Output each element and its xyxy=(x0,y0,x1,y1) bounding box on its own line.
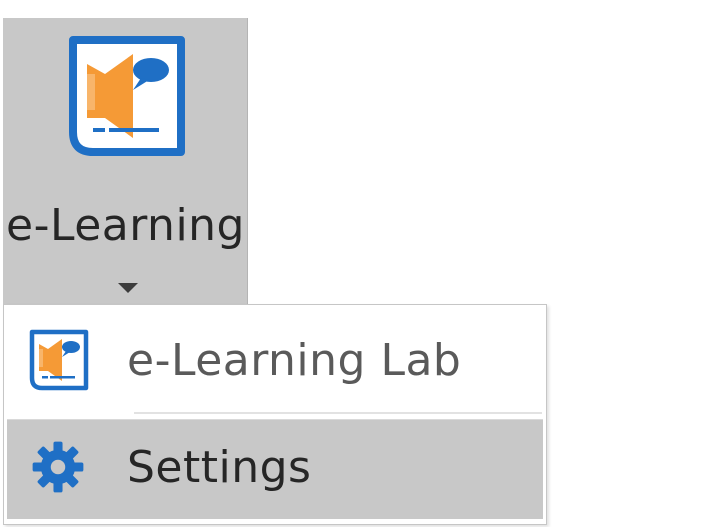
menu-item-e-learning-lab[interactable]: e-Learning Lab xyxy=(7,309,543,413)
chevron-down-icon[interactable] xyxy=(116,280,140,294)
menu-item-label: e-Learning Lab xyxy=(127,335,462,386)
menu-divider xyxy=(134,412,542,414)
e-learning-lab-icon xyxy=(63,34,191,162)
menu-item-settings[interactable]: Settings xyxy=(7,419,543,519)
e-learning-ribbon-button[interactable]: e-Learning xyxy=(3,18,248,306)
menu-item-label: Settings xyxy=(127,442,312,493)
e-learning-dropdown-menu: e-Learning Lab Settings xyxy=(3,304,547,525)
ribbon-button-label: e-Learning xyxy=(6,200,245,251)
e-learning-lab-icon xyxy=(27,329,91,393)
gear-icon xyxy=(29,438,87,496)
ribbon-stage: e-Learning e-Learning Lab Settings xyxy=(0,0,707,527)
